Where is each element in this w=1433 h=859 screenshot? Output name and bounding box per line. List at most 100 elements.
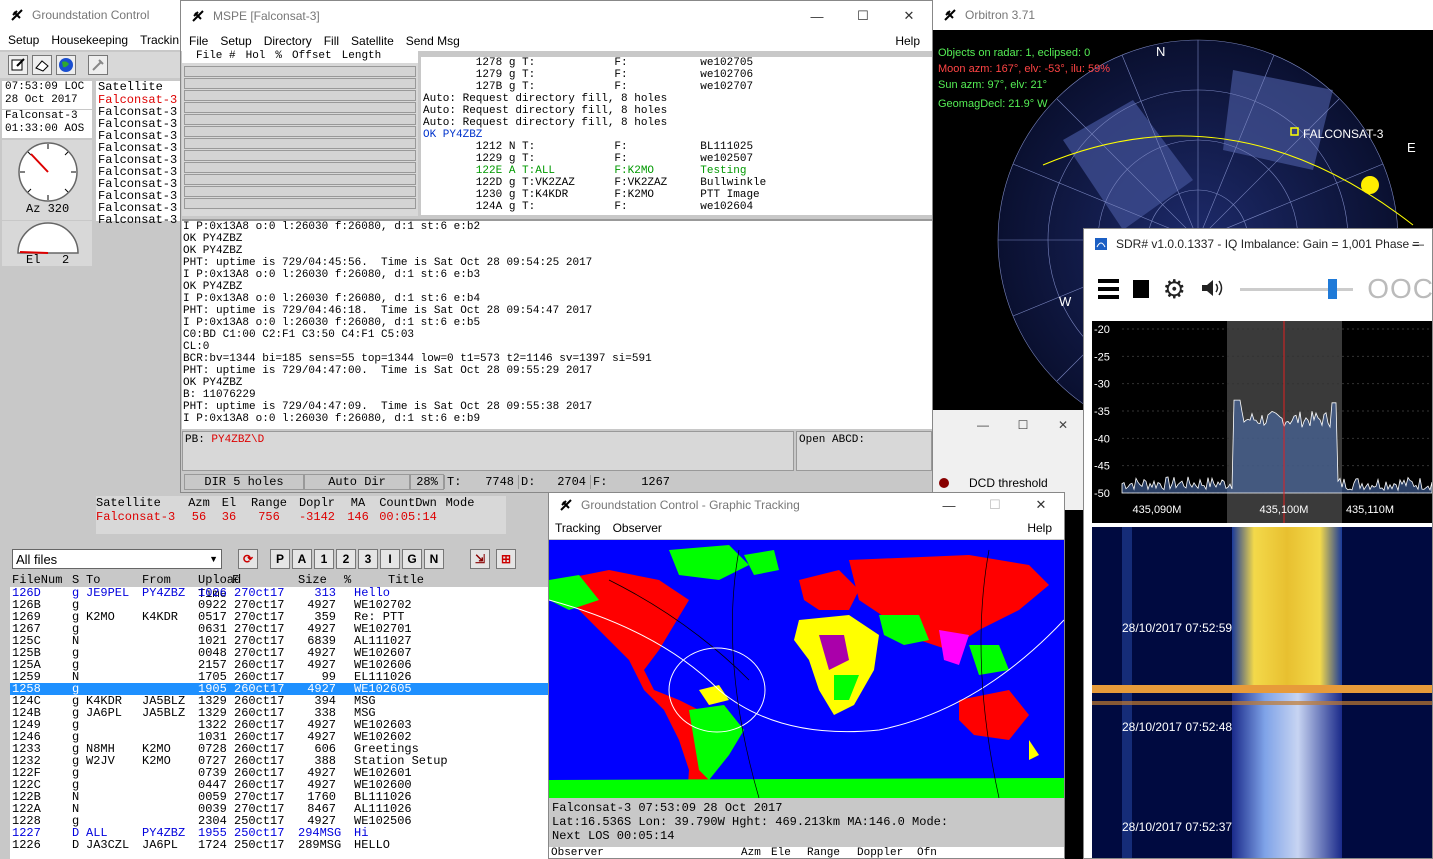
gt-menu-observer[interactable]: Observer: [607, 521, 668, 535]
export-icon[interactable]: ⇲: [470, 549, 490, 569]
refresh-icon[interactable]: ⟳: [238, 549, 258, 569]
gc-menu-tracking[interactable]: Trackin: [134, 33, 185, 47]
gc-menu-setup[interactable]: Setup: [2, 33, 45, 47]
mspe-menu-satellite[interactable]: Satellite: [345, 34, 400, 48]
dir-header-cell[interactable]: F: [230, 573, 296, 587]
radar-north-label: N: [1156, 44, 1166, 59]
minimize-button[interactable]: —: [1412, 237, 1424, 251]
gear-icon[interactable]: ⚙: [1163, 276, 1186, 302]
sat-list-item[interactable]: Falconsat-3: [98, 214, 182, 226]
maximize-button[interactable]: ☐: [840, 1, 886, 31]
file-filter-select[interactable]: All files ▼: [12, 549, 222, 569]
table-cell: HELLO: [354, 838, 391, 852]
volume-slider[interactable]: [1239, 278, 1354, 300]
table-cell: [84, 803, 140, 815]
table-cell: [342, 623, 352, 635]
world-map[interactable]: [549, 540, 1064, 798]
gc-tracking-table: Satellite Azm El Range Doplr MA CountDwn Mode F…: [96, 496, 506, 534]
orbitron-info: Objects on radar: 1, eclipsed: 0 Moon az…: [938, 45, 1110, 112]
table-cell: D: [72, 838, 80, 852]
gc-menu-housekeeping[interactable]: Housekeeping: [45, 33, 134, 47]
dir-header-cell[interactable]: S: [70, 573, 84, 587]
gc-aos-panel: Falconsat-3 01:33:00 AOS: [2, 110, 92, 138]
table-row[interactable]: 1226 D JA3CZL JA6PL 1724 250ct17 289MSG HELLO: [10, 839, 550, 851]
gt-observer-header: Observer Azm Ele Range Doppler Ofn: [549, 847, 1064, 858]
table-cell: [140, 659, 196, 671]
filter-button-n[interactable]: N: [424, 549, 444, 569]
filter-button-g[interactable]: G: [402, 549, 422, 569]
tool-icon[interactable]: [88, 55, 108, 75]
dir-header-cell[interactable]: Title: [386, 573, 486, 587]
filter-button-p[interactable]: P: [270, 549, 290, 569]
table-cell: [342, 779, 352, 791]
stop-icon[interactable]: [1132, 280, 1149, 298]
table-cell: [84, 791, 140, 803]
eraser-icon[interactable]: [32, 55, 52, 75]
mspe-menu-help[interactable]: Help: [889, 34, 926, 48]
volume-icon[interactable]: [1200, 277, 1226, 302]
dir-header-cell[interactable]: Upload Time: [196, 573, 241, 601]
import-icon[interactable]: ⊞: [496, 549, 516, 569]
track-header-cell: Doplr: [298, 496, 335, 510]
directory-line: 1279 g T: F: we102706: [423, 69, 754, 81]
track-cell: 146: [347, 510, 369, 524]
table-cell: [342, 827, 352, 839]
minimize-button[interactable]: —: [926, 493, 972, 517]
table-cell: [342, 755, 352, 767]
mspe-menu-send-msg[interactable]: Send Msg: [400, 34, 466, 48]
x-tick-label: 435,090M: [1133, 504, 1182, 516]
aos-sat-name: Falconsat-3: [5, 110, 78, 122]
log-line: OK PY4ZBZ: [183, 233, 243, 245]
el-label: El: [26, 253, 41, 267]
log-line: PHT: uptime is 729/04:45:56. Time is Sat…: [183, 257, 593, 269]
gt-menu-help[interactable]: Help: [1021, 521, 1058, 535]
az-label: Az 320: [26, 202, 70, 216]
dir-header-cell[interactable]: %: [342, 573, 386, 587]
mspe-menu-setup[interactable]: Setup: [214, 34, 257, 48]
dir-header-cell[interactable]: FileNum: [10, 573, 70, 587]
close-button[interactable]: ✕: [886, 1, 932, 31]
frequency-display[interactable]: OOC: [1367, 273, 1432, 305]
track-header-cell: El: [221, 496, 237, 510]
globe-icon[interactable]: [56, 55, 76, 75]
gt-menu-tracking[interactable]: Tracking: [549, 521, 607, 535]
satellite-app-icon: [10, 8, 24, 22]
gt-line-1: Falconsat-3 07:53:09 28 Oct 2017: [552, 801, 783, 815]
x-tick-label: 435,100M: [1260, 504, 1309, 516]
status-dir-holes: DIR 5 holes: [184, 474, 304, 490]
log-line: BCR:bv=1344 bi=185 sens=55 top=1344 low=…: [183, 353, 652, 365]
table-cell: [342, 815, 352, 827]
filter-button-a[interactable]: A: [292, 549, 312, 569]
mspe-window: MSPE [Falconsat-3] — ☐ ✕ File Setup Dire…: [180, 0, 933, 493]
table-cell: [140, 635, 196, 647]
table-cell: [342, 839, 352, 851]
track-header-cell: CountDwn: [379, 496, 437, 510]
filter-button-3[interactable]: 3: [358, 549, 378, 569]
track-cell: 00:05:14: [379, 510, 437, 524]
filter-button-1[interactable]: 1: [314, 549, 334, 569]
close-button[interactable]: ✕: [1018, 493, 1064, 517]
dir-header-cell[interactable]: To: [84, 573, 140, 587]
dir-header-cell[interactable]: From: [140, 573, 196, 587]
mspe-menu-file[interactable]: File: [183, 34, 214, 48]
sat-marker-label: FALCONSAT-3: [1303, 127, 1384, 141]
radar-east-label: E: [1407, 140, 1416, 155]
minimize-button[interactable]: —: [794, 1, 840, 31]
close-button[interactable]: ✕: [1043, 418, 1083, 432]
dir-header-cell[interactable]: Size: [296, 573, 342, 587]
track-header-cell: Mode: [445, 496, 475, 510]
menu-icon[interactable]: [1098, 279, 1119, 299]
mspe-menu-directory[interactable]: Directory: [258, 34, 318, 48]
filter-button-i[interactable]: I: [380, 549, 400, 569]
gc-satellite-list: Satellite Falconsat-3 Falconsat-3 Falconsa…: [96, 81, 182, 226]
mspe-title: MSPE [Falconsat-3]: [213, 9, 320, 23]
filter-button-2[interactable]: 2: [336, 549, 356, 569]
minimize-button[interactable]: —: [963, 418, 1003, 432]
y-tick-label: -50: [1094, 488, 1110, 500]
mspe-menu-fill[interactable]: Fill: [318, 34, 345, 48]
edit-icon[interactable]: [8, 55, 28, 75]
maximize-button[interactable]: ☐: [972, 493, 1018, 517]
directory-line: 1230 g T:K4KDR F:K2MO PTT Image: [423, 189, 760, 201]
maximize-button[interactable]: ☐: [1003, 418, 1043, 432]
track-cell: Falconsat-3: [96, 510, 176, 524]
